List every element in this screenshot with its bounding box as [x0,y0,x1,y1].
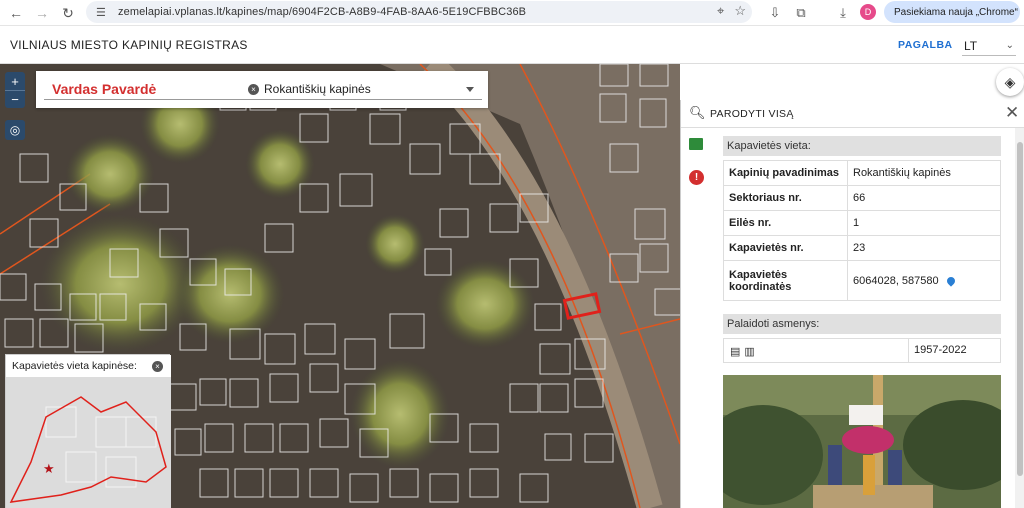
cemetery-select[interactable]: Rokantiškių kapinės [264,80,482,100]
buried-dates: 1957-2022 [914,344,967,356]
dropdown-arrow-icon [466,87,474,92]
coordinates-cell: 6064028, 587580 [847,260,1001,301]
minimap-header: Kapavietės vieta kapinėse: × [6,355,171,377]
location-pin-icon[interactable] [944,274,957,287]
panel-scrollbar[interactable] [1015,128,1024,508]
zoom-out-button[interactable]: − [5,90,25,108]
locate-icon[interactable]: ◎ [5,120,25,140]
table-row: Eilės nr. 1 [723,210,1001,236]
close-icon[interactable]: ✕ [1005,103,1019,123]
downloads-icon[interactable]: ⤓ [832,2,854,24]
bookmark-star-icon[interactable]: ☆ [734,3,746,19]
download-page-icon[interactable]: ⇩ [764,2,786,24]
divider [908,339,909,362]
address-bar[interactable]: ☰ zemelapiai.vplanas.lt/kapines/map/6904… [86,1,752,23]
row-value: 23 [847,235,1001,261]
reload-icon[interactable]: ↻ [56,1,80,25]
forward-icon[interactable]: → [30,1,54,25]
row-key: Kapavietės nr. [723,235,848,261]
grave-photo[interactable] [723,375,1001,508]
row-key: Sektoriaus nr. [723,185,848,211]
location-icon[interactable]: ⌖ [717,3,724,19]
profile-avatar[interactable]: D [860,4,876,20]
row-value: 6064028, 587580 [853,274,939,287]
panel-icon-column: ! [681,128,717,508]
layers-icon[interactable]: ◈ [996,68,1024,96]
chevron-down-icon: ⌄ [1005,40,1014,51]
grave-info-table: Kapinių pavadinimas Rokantiškių kapinės … [723,160,1001,301]
site-info-icon[interactable]: ☰ [96,5,110,19]
grave-photo-image [723,375,1001,508]
book-icon[interactable]: ▤▥ [730,345,759,358]
minimap-outline: ★ [6,377,171,508]
table-row: Sektoriaus nr. 66 [723,185,1001,211]
name-search-field[interactable]: Vardas Pavardė × [44,80,264,100]
help-link[interactable]: PAGALBA [898,39,953,51]
search-icon[interactable]: 🔍︎ [689,105,706,121]
row-key: Kapinių pavadinimas [723,160,848,186]
grave-location-star-icon: ★ [43,461,55,476]
clear-name-icon[interactable]: × [248,84,259,95]
map-view[interactable]: + − ◎ Kapavietės vieta kapinėse: × ★ [0,64,680,508]
cemetery-select-value: Rokantiškių kapinės [264,82,371,96]
row-value: 1 [847,210,1001,236]
buried-section-header: Palaidoti asmenys: [723,314,1001,334]
show-all-button[interactable]: PARODYTI VISĄ [710,108,794,120]
extensions-icon[interactable]: ⧉ [790,2,812,24]
row-value: Rokantiškių kapinės [847,160,1001,186]
app-header: VILNIAUS MIESTO KAPINIŲ REGISTRAS PAGALB… [0,26,1024,64]
language-value: LT [964,38,978,53]
row-value: 66 [847,185,1001,211]
page-title: VILNIAUS MIESTO KAPINIŲ REGISTRAS [10,38,248,52]
minimap-title: Kapavietės vieta kapinėse: [12,360,137,372]
map-add-icon[interactable] [689,138,703,150]
table-row: Kapinių pavadinimas Rokantiškių kapinės [723,160,1001,186]
browser-toolbar: ← → ↻ ☰ zemelapiai.vplanas.lt/kapines/ma… [0,0,1024,26]
zoom-in-button[interactable]: + [5,72,25,90]
scrollbar-thumb[interactable] [1017,142,1023,476]
alert-icon[interactable]: ! [689,170,704,185]
chrome-update-button[interactable]: Pasiekiama nauja „Chrome“ [884,1,1020,23]
table-row: Kapavietės nr. 23 [723,235,1001,261]
name-search-value: Vardas Pavardė [52,81,157,97]
back-icon[interactable]: ← [4,1,28,25]
panel-header: 🔍︎ PARODYTI VISĄ ✕ [681,100,1024,128]
grave-section-header: Kapavietės vieta: [723,136,1001,156]
buried-person-row[interactable]: ▤▥ 1957-2022 [723,338,1001,363]
row-key: Eilės nr. [723,210,848,236]
search-panel: Vardas Pavardė × Rokantiškių kapinės [36,71,488,108]
url-text: zemelapiai.vplanas.lt/kapines/map/6904F2… [118,6,527,18]
zoom-control: + − [5,72,25,108]
grave-info-panel: 🔍︎ PARODYTI VISĄ ✕ ! Kapavietės vieta: K… [680,100,1024,508]
row-key: Kapavietės koordinatės [723,260,848,301]
cemetery-minimap: Kapavietės vieta kapinėse: × ★ [5,354,171,508]
close-minimap-icon[interactable]: × [152,361,163,372]
table-row: Kapavietės koordinatės 6064028, 587580 [723,260,1001,301]
language-select[interactable]: LT ⌄ [962,36,1016,56]
